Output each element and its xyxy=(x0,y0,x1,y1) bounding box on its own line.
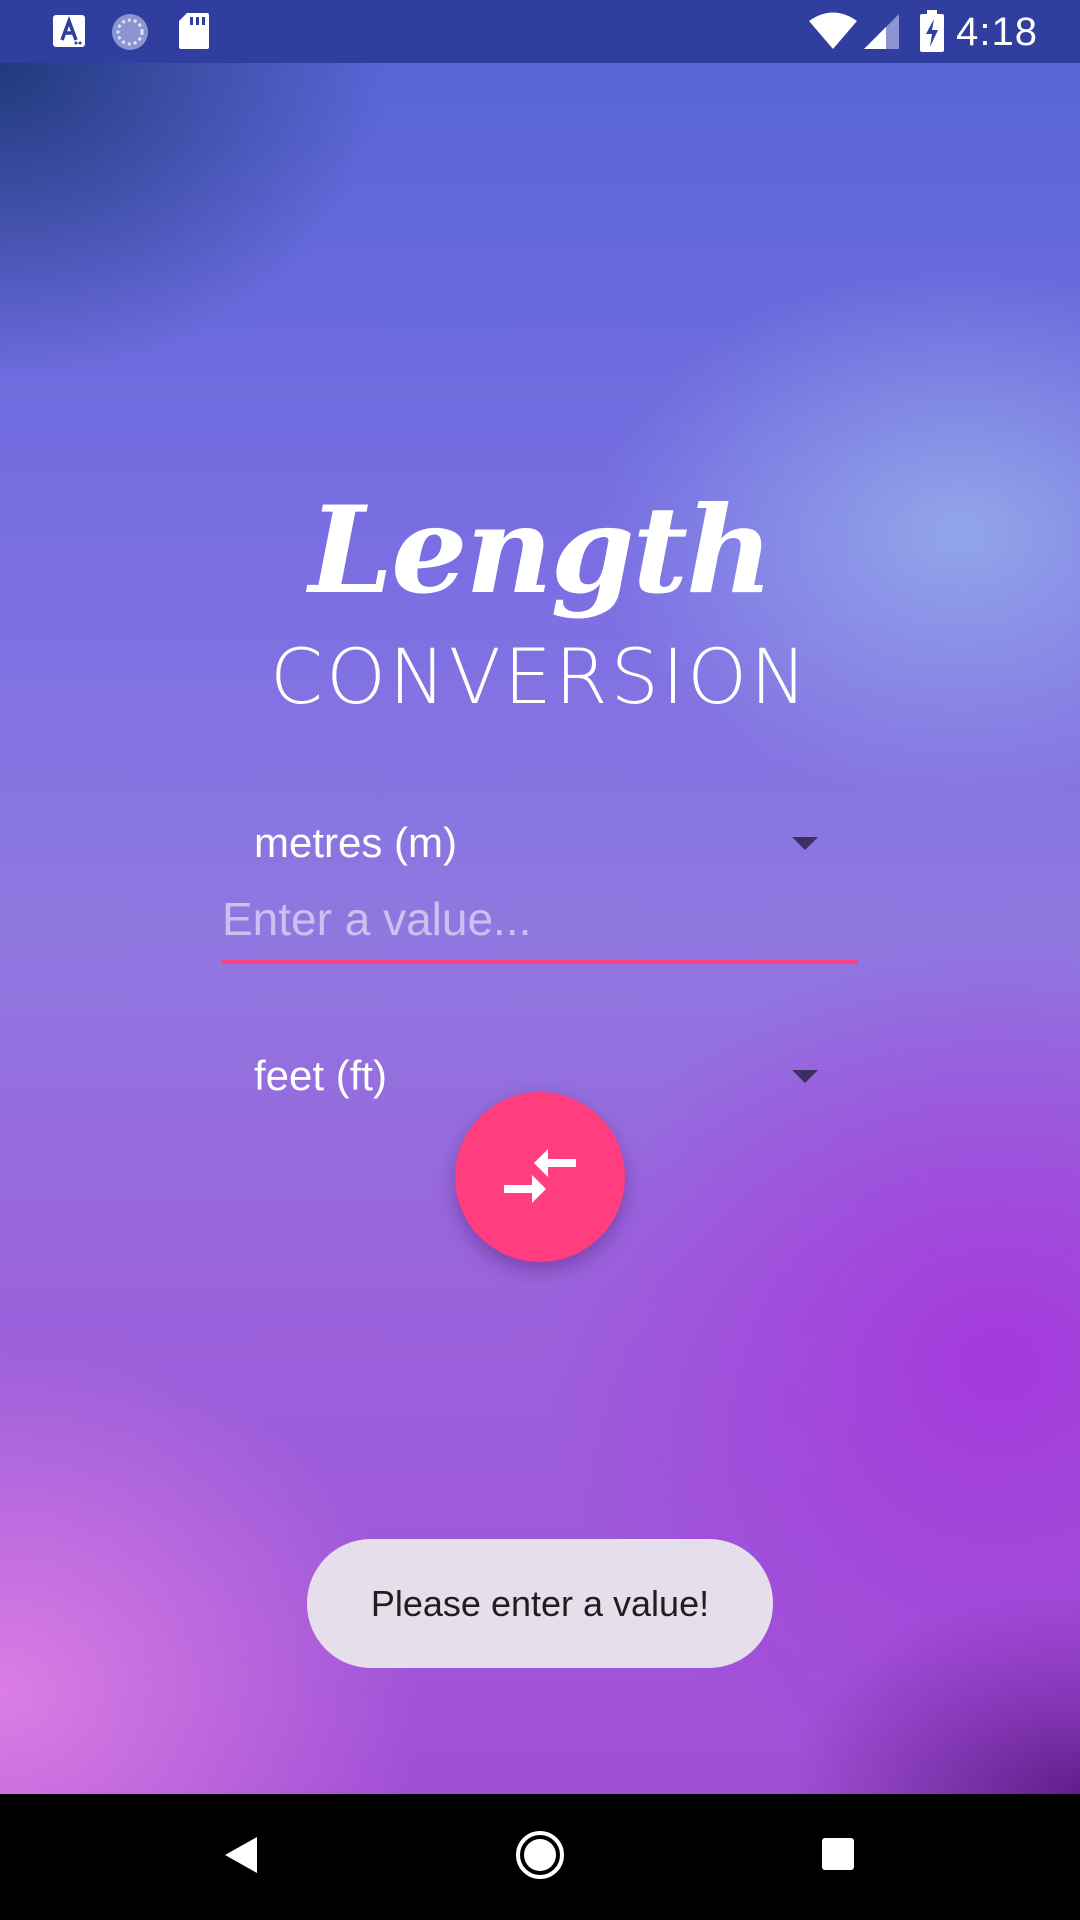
to-unit-label: feet (ft) xyxy=(254,1052,388,1099)
dropdown-arrow-icon xyxy=(792,837,818,850)
status-bar: 4:18 xyxy=(0,0,1080,63)
text-a-icon xyxy=(52,14,86,53)
sync-circle-icon xyxy=(110,12,150,57)
from-unit-label: metres (m) xyxy=(254,819,457,866)
wifi-icon xyxy=(808,12,858,55)
convert-button[interactable] xyxy=(455,1092,625,1262)
dropdown-arrow-icon xyxy=(792,1070,818,1083)
value-input[interactable] xyxy=(222,878,858,964)
sd-card-icon xyxy=(178,12,210,55)
app-screen: 4:18 Length CONVERSION metres (m) feet (… xyxy=(0,0,1080,1920)
signal-icon xyxy=(862,12,900,55)
recents-icon[interactable] xyxy=(821,1837,855,1876)
converter-panel: Length CONVERSION metres (m) feet (ft) P… xyxy=(0,63,1080,1794)
home-icon[interactable] xyxy=(515,1830,565,1885)
app-subtitle: CONVERSION xyxy=(270,632,810,721)
toast-message: Please enter a value! xyxy=(307,1539,773,1668)
compare-arrows-icon xyxy=(504,1149,576,1203)
from-unit-dropdown[interactable]: metres (m) xyxy=(222,805,842,885)
battery-charging-icon xyxy=(920,10,944,57)
back-icon[interactable] xyxy=(224,1836,258,1879)
navigation-bar xyxy=(0,1794,1080,1920)
app-title: Length xyxy=(308,480,774,621)
clock: 4:18 xyxy=(956,10,1038,54)
